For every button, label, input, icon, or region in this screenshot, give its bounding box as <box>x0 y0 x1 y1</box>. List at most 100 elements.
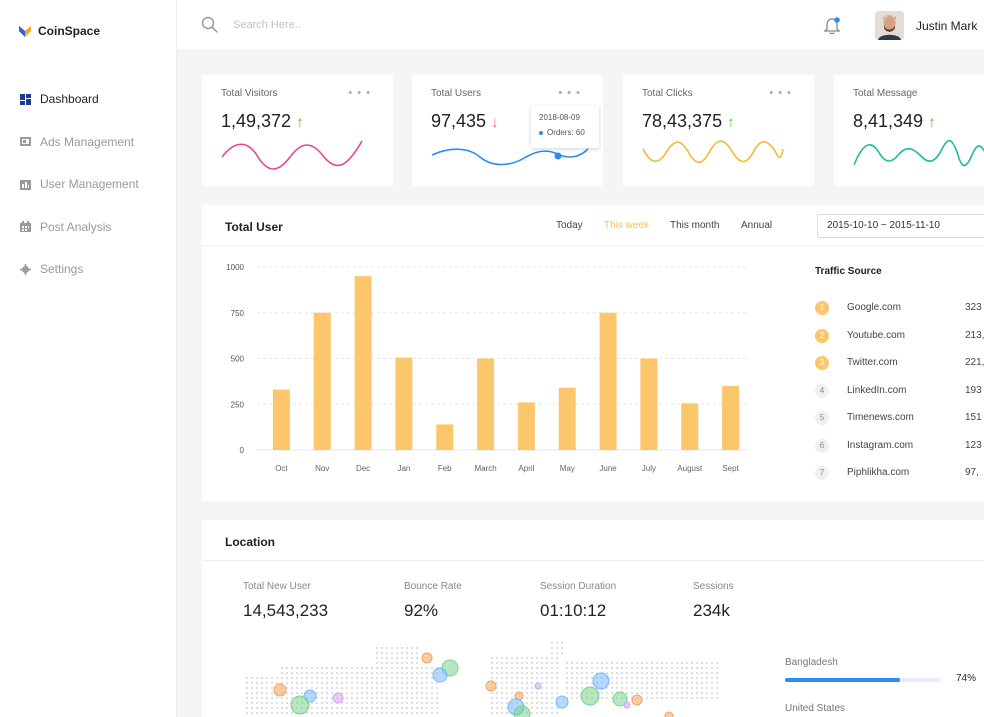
metric-label: Sessions <box>693 581 734 592</box>
stat-card-total-clicks: Total Clicks • • • 78,43,375 ↑ <box>623 75 814 186</box>
metric-total-new-user: Total New User 14,543,233 <box>243 581 328 621</box>
metric-session-duration: Session Duration 01:10:12 <box>540 581 616 621</box>
map-bubble[interactable] <box>631 694 643 706</box>
stat-number: 8,41,349 <box>853 111 924 131</box>
trend-down-icon: ↓ <box>491 114 499 131</box>
x-tick-label: Nov <box>315 464 329 473</box>
bar <box>640 358 658 450</box>
map-bubble[interactable] <box>432 667 448 683</box>
bar <box>517 402 535 450</box>
stat-number: 1,49,372 <box>221 111 292 131</box>
x-tick-label: Sept <box>722 464 739 473</box>
y-tick-label: 500 <box>231 355 245 364</box>
rank-badge: 2 <box>815 328 829 343</box>
traffic-value: 323 <box>965 302 982 313</box>
sidebar-item-label: Ads Management <box>40 134 135 149</box>
period-annual[interactable]: Annual <box>741 220 772 231</box>
trend-up-icon: ↑ <box>296 114 304 131</box>
stat-label: Total Users <box>431 88 482 99</box>
map-bubble[interactable] <box>580 686 600 706</box>
sidebar-nav: Dashboard Ads Management User Management… <box>0 78 177 291</box>
rank-badge: 5 <box>815 411 829 425</box>
trend-up-icon: ↑ <box>928 114 936 131</box>
search-icon[interactable] <box>201 16 219 34</box>
bar <box>681 403 699 450</box>
sparkline <box>853 139 984 167</box>
trend-up-icon: ↑ <box>727 114 735 131</box>
world-map <box>246 642 718 717</box>
y-tick-label: 1000 <box>226 263 244 272</box>
rank-badge: 6 <box>815 438 829 453</box>
metric-value: 234k <box>693 601 730 620</box>
x-tick-label: Jan <box>397 464 410 473</box>
map-bubble[interactable] <box>623 701 631 709</box>
notification-bell-icon[interactable] <box>823 16 841 36</box>
country-percent: 74% <box>956 673 977 684</box>
map-bubble[interactable] <box>273 683 287 697</box>
map-bubble[interactable] <box>555 695 569 709</box>
sidebar-item-post-analysis[interactable]: Post Analysis <box>0 206 177 249</box>
legend-dot-icon <box>539 130 543 135</box>
sidebar-item-dashboard[interactable]: Dashboard <box>0 78 177 121</box>
traffic-source-title: Traffic Source <box>815 266 882 277</box>
metric-value: 01:10:12 <box>540 601 607 620</box>
sidebar-item-label: Settings <box>40 262 84 277</box>
map-bubble[interactable] <box>664 711 674 717</box>
bar-chart: 0 250 500 750 1000 Oct Nov Dec Jan Feb March April M… <box>226 263 747 473</box>
user-name[interactable]: Justin Mark <box>916 19 977 33</box>
traffic-value: 213, <box>965 329 984 341</box>
metric-sessions: Sessions 234k <box>693 581 734 621</box>
map-bubble[interactable] <box>290 695 310 715</box>
location-card: Location Total New User 14,543,233 Bounc… <box>202 520 984 717</box>
map-bubble[interactable] <box>534 682 542 690</box>
avatar[interactable] <box>875 11 904 40</box>
map-bubble[interactable] <box>513 705 531 717</box>
map-bubble[interactable] <box>485 680 497 692</box>
traffic-value: 97, <box>965 467 979 478</box>
traffic-source-row: 5 Timenews.com 151 <box>815 411 984 425</box>
date-range-picker[interactable]: 2015-10-10 ~ 2015-11-10 <box>817 214 984 238</box>
y-tick-label: 250 <box>231 400 245 409</box>
traffic-source-row: 6 Instagram.com 123 <box>815 438 984 453</box>
more-options-icon[interactable]: • • • <box>769 87 792 99</box>
metric-label: Bounce Rate <box>404 581 462 592</box>
map-bubble[interactable] <box>592 672 610 690</box>
x-tick-label: Oct <box>275 464 288 473</box>
map-bubble[interactable] <box>421 652 433 664</box>
period-this-week[interactable]: This week <box>604 220 649 231</box>
period-this-month[interactable]: This month <box>670 220 719 231</box>
search-input[interactable] <box>233 15 493 35</box>
card-title: Total User <box>225 220 283 234</box>
more-options-icon[interactable]: • • • <box>558 87 581 99</box>
sparkline <box>642 140 784 164</box>
stat-value: 78,43,375 ↑ <box>642 111 735 132</box>
metric-label: Total New User <box>243 581 311 592</box>
metric-value: 92% <box>404 601 439 620</box>
sidebar-item-settings[interactable]: Settings <box>0 248 177 291</box>
stat-label: Total Visitors <box>221 88 278 99</box>
x-tick-label: August <box>677 464 703 473</box>
more-options-icon[interactable]: • • • <box>348 87 371 99</box>
stat-value: 97,435 ↓ <box>431 111 499 132</box>
sidebar-item-user-management[interactable]: User Management <box>0 163 177 206</box>
traffic-site-name: Timenews.com <box>847 412 914 423</box>
settings-icon <box>20 263 31 275</box>
stat-number: 97,435 <box>431 111 487 131</box>
coinspace-logo-icon <box>19 25 31 37</box>
x-tick-label: Feb <box>438 464 452 473</box>
country-progress-bar <box>785 678 941 682</box>
period-today[interactable]: Today <box>556 220 583 231</box>
country-name: Bangladesh <box>785 657 838 668</box>
chart-tooltip: 2018-08-09 Orders: 60 <box>531 106 599 148</box>
traffic-source-row: 4 LinkedIn.com 193 <box>815 383 984 398</box>
rank-badge: 3 <box>815 356 829 370</box>
map-bubble[interactable] <box>332 692 344 704</box>
x-tick-label: July <box>642 464 656 473</box>
stat-label: Total Clicks <box>642 88 693 99</box>
logo[interactable]: CoinSpace <box>18 24 100 38</box>
sidebar-item-label: Post Analysis <box>40 219 112 234</box>
card-header: Location <box>202 520 984 561</box>
traffic-site-name: Google.com <box>847 302 901 313</box>
sidebar-item-ads-management[interactable]: Ads Management <box>0 121 177 164</box>
traffic-value: 151 <box>965 412 982 423</box>
